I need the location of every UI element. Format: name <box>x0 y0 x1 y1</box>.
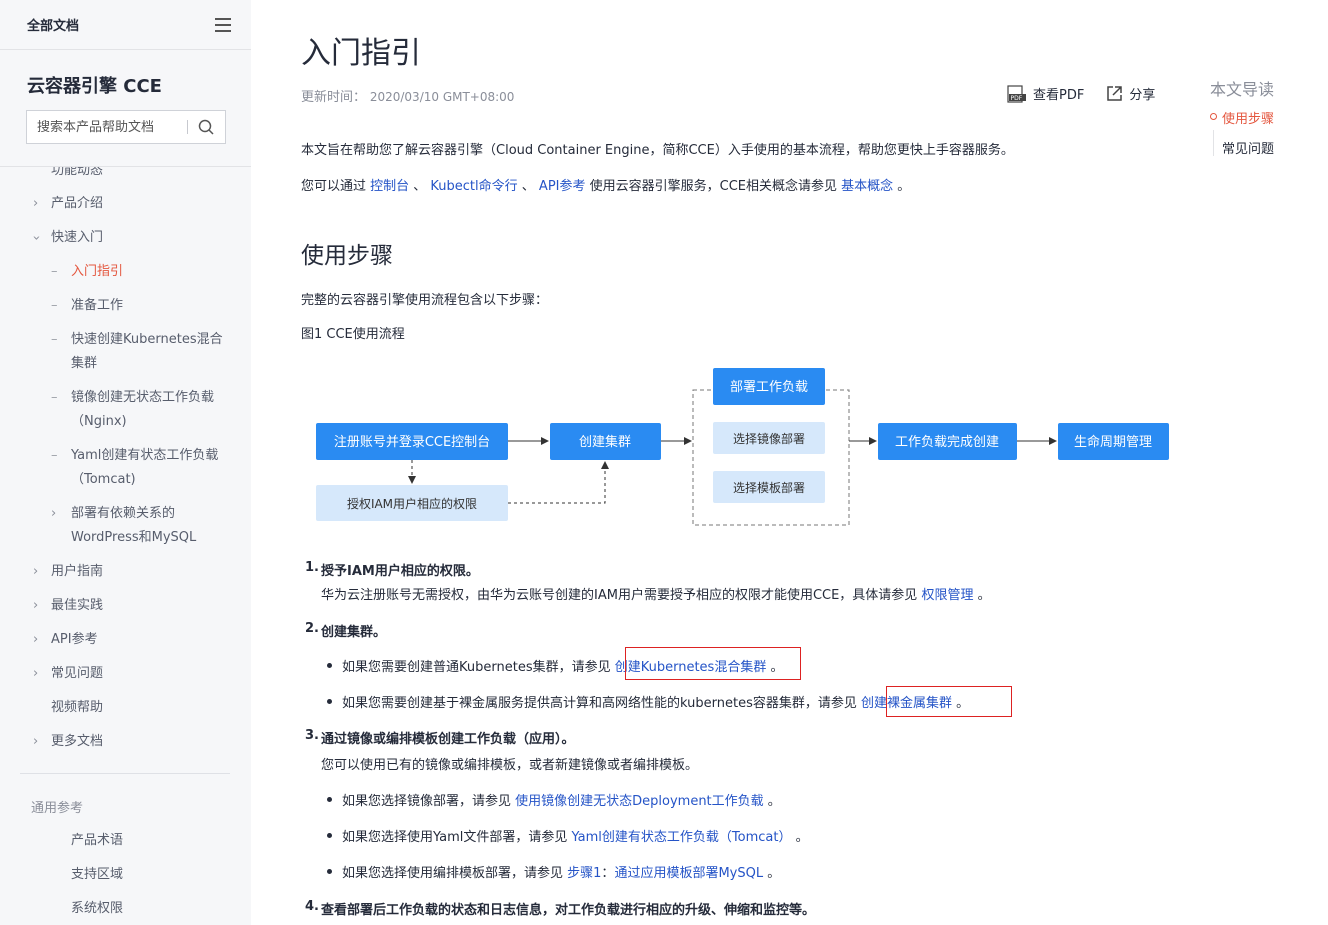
search-input[interactable] <box>37 119 187 135</box>
step-3-bullet-2: 如果您选择使用Yaml文件部署，请参见 Yaml创建有状态工作负载（Tomcat… <box>327 826 809 845</box>
chevron-down-icon: › <box>28 235 44 241</box>
doc-tools: PDF 查看PDF 分享 <box>1007 84 1155 103</box>
flow-register-label: 注册账号并登录CCE控制台 <box>334 435 490 450</box>
flow-lifecycle: 生命周期管理 <box>1058 423 1169 460</box>
product-title: 云容器引擎 CCE <box>27 76 162 97</box>
chevron-right-icon: › <box>33 632 39 647</box>
deploy-group-frame <box>692 389 850 526</box>
chevron-right-icon: › <box>33 196 39 211</box>
section-title-usage-steps: 使用步骤 <box>301 243 393 269</box>
sidebar-nav: 功能动态 › 产品介绍 › 快速入门 – 入门指引 – 准备工作 – 快速创建K… <box>0 167 251 925</box>
step-2-title: 创建集群。 <box>321 625 387 640</box>
search-box[interactable] <box>26 110 226 144</box>
cce-flow-diagram: 注册账号并登录CCE控制台 创建集群 部署工作负载 选择镜像部署 选择模板部署 … <box>316 368 1169 526</box>
chevron-right-icon: › <box>33 598 39 613</box>
step-4-title: 查看部署后工作负载的状态和日志信息，对工作负载进行相应的升级、伸缩和监控等。 <box>321 903 816 918</box>
share-button[interactable]: 分享 <box>1106 84 1155 103</box>
chevron-right-icon: › <box>33 734 39 749</box>
table-of-contents: 本文导读 使用步骤 常见问题 <box>1210 76 1328 157</box>
reference-heading: 通用参考 <box>31 801 84 816</box>
pdf-icon: PDF <box>1007 84 1026 103</box>
toc-title: 本文导读 <box>1210 80 1275 99</box>
highlight-box <box>625 647 801 680</box>
flow-grant-label: 授权IAM用户相应的权限 <box>347 496 477 511</box>
figure-caption: 图1 CCE使用流程 <box>301 327 405 342</box>
search-separator <box>187 120 188 134</box>
step-3-text: 您可以使用已有的镜像或编排模板，或者新建镜像或者编排模板。 <box>321 758 699 773</box>
sidebar-divider <box>20 773 230 774</box>
template-mysql-link[interactable]: 通过应用模板部署MySQL <box>614 866 763 881</box>
toc-item-faq[interactable]: 常见问题 <box>1210 138 1274 157</box>
sidebar-header: 全部文档 <box>0 0 251 50</box>
yaml-tomcat-link[interactable]: Yaml创建有状态工作负载（Tomcat） <box>572 830 792 845</box>
toc-item-usage-steps[interactable]: 使用步骤 <box>1210 108 1274 127</box>
step-3-bullet-1: 如果您选择镜像部署，请参见 使用镜像创建无状态Deployment工作负载 。 <box>327 790 781 809</box>
permission-management-link[interactable]: 权限管理 <box>921 588 973 603</box>
menu-icon[interactable] <box>215 17 231 32</box>
flow-grant: 授权IAM用户相应的权限 <box>316 485 508 521</box>
search-icon[interactable] <box>198 119 214 135</box>
flow-lifecycle-label: 生命周期管理 <box>1074 434 1152 450</box>
flow-create-cluster-label: 创建集群 <box>579 434 631 450</box>
console-link[interactable]: 控制台 <box>370 179 409 194</box>
sidebar: 全部文档 云容器引擎 CCE 功能动态 › 产品介绍 › 快速入门 – 入门指引… <box>0 0 251 925</box>
step-1-title: 授予IAM用户相应的权限。 <box>321 564 479 579</box>
step-1-text: 华为云注册账号无需授权，由华为云账号创建的IAM用户需要授予相应的权限才能使用C… <box>321 588 991 603</box>
kubectl-link[interactable]: Kubectl命令行 <box>430 179 517 194</box>
step-3-bullet-3: 如果您选择使用编排模板部署，请参见 步骤1：通过应用模板部署MySQL 。 <box>327 862 780 881</box>
svg-text:PDF: PDF <box>1011 95 1023 102</box>
all-docs-label[interactable]: 全部文档 <box>27 15 79 34</box>
flow-done: 工作负载完成创建 <box>878 423 1017 460</box>
basic-concepts-link[interactable]: 基本概念 <box>841 179 893 194</box>
flow-by-template-label: 选择模板部署 <box>733 480 805 495</box>
view-pdf-button[interactable]: PDF 查看PDF <box>1007 84 1084 103</box>
intro-paragraph-links: 您可以通过 控制台 、 Kubectl命令行 、 API参考 使用云容器引擎服务… <box>301 179 911 194</box>
flow-register: 注册账号并登录CCE控制台 <box>316 423 508 460</box>
flow-done-label: 工作负载完成创建 <box>895 435 999 450</box>
image-deployment-link[interactable]: 使用镜像创建无状态Deployment工作负载 <box>515 794 764 809</box>
api-reference-link[interactable]: API参考 <box>539 179 586 194</box>
flow-create-cluster: 创建集群 <box>550 423 661 460</box>
chevron-right-icon: › <box>51 506 57 521</box>
page-title: 入门指引 <box>301 36 421 71</box>
flow-by-image: 选择镜像部署 <box>713 422 825 454</box>
update-time: 更新时间： 2020/03/10 GMT+08:00 <box>301 90 515 105</box>
share-icon <box>1107 86 1123 101</box>
step-1-link[interactable]: 步骤1 <box>567 866 601 881</box>
chevron-right-icon: › <box>33 564 39 579</box>
highlight-box <box>886 686 1012 717</box>
intro-paragraph: 本文旨在帮助您了解云容器引擎（Cloud Container Engine，简称… <box>301 143 1014 158</box>
flow-deploy: 部署工作负载 <box>713 368 825 405</box>
step-3-title: 通过镜像或编排模板创建工作负载（应用）。 <box>321 732 575 747</box>
step-2-bullet-2: 如果您需要创建基于裸金属服务提供高计算和高网络性能的kubernetes容器集群… <box>327 692 969 711</box>
chevron-right-icon: › <box>33 666 39 681</box>
section-description: 完整的云容器引擎使用流程包含以下步骤： <box>301 293 549 308</box>
flow-by-image-label: 选择镜像部署 <box>733 431 805 446</box>
flow-deploy-label: 部署工作负载 <box>730 380 808 395</box>
flow-by-template: 选择模板部署 <box>713 471 825 503</box>
